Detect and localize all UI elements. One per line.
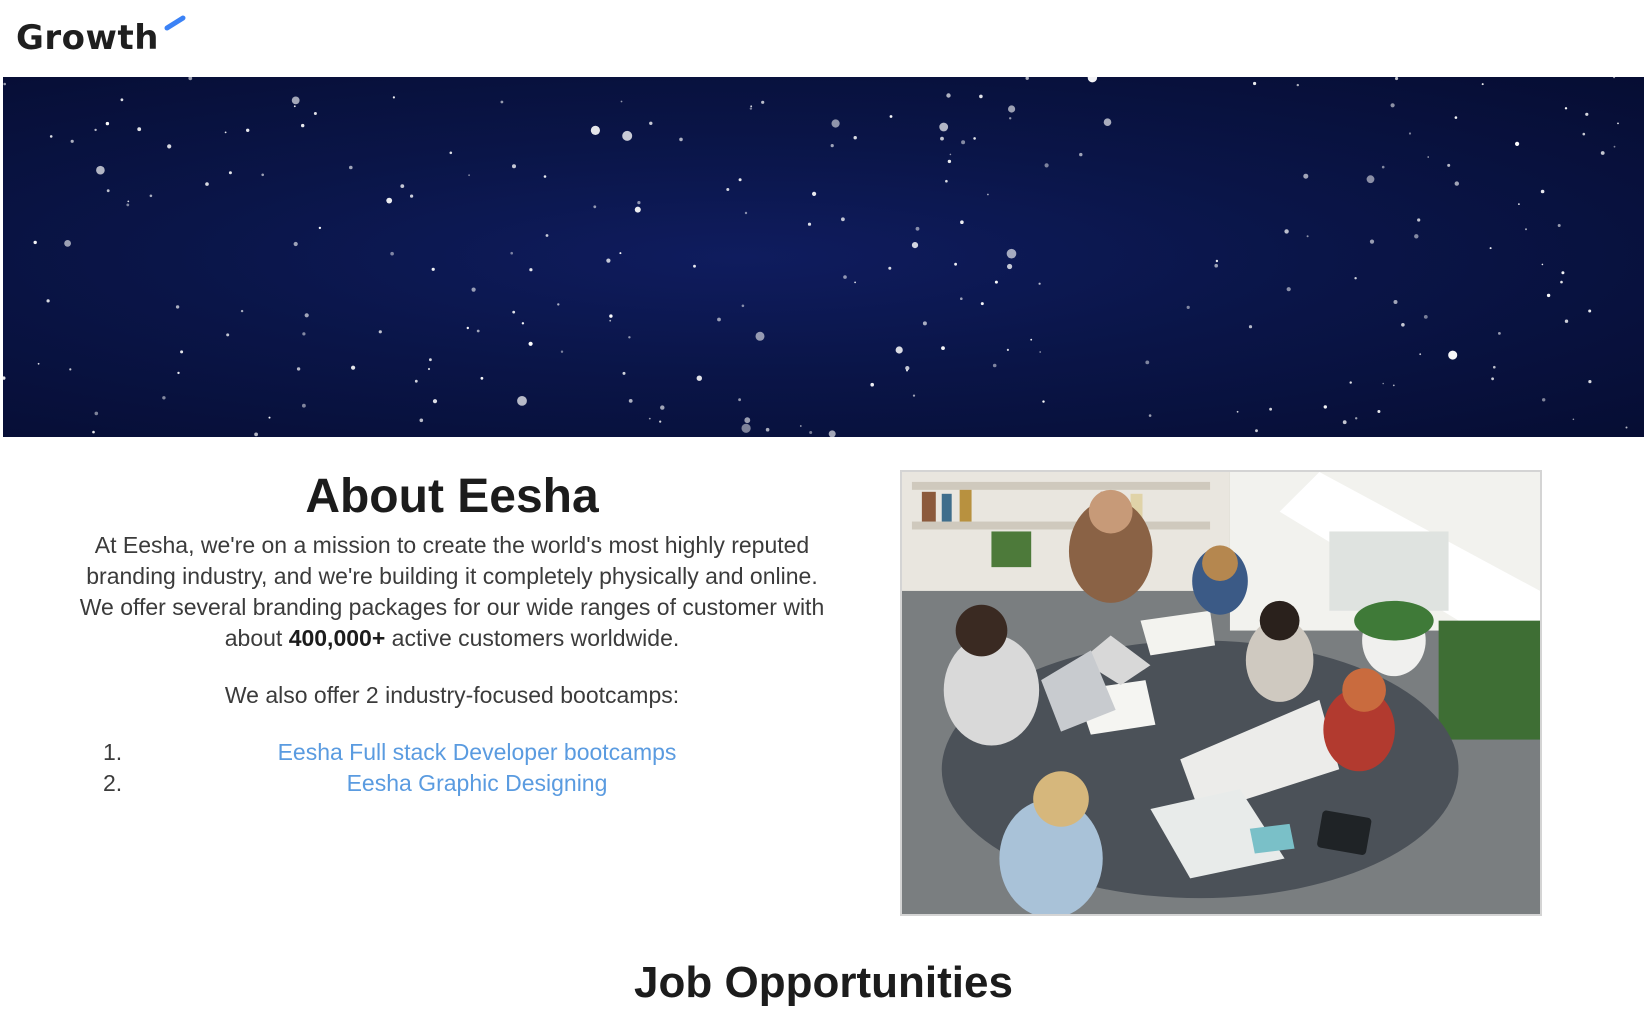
team-photo [900, 470, 1542, 916]
logo-text: Growth [16, 18, 159, 58]
team-meeting-image [902, 472, 1540, 914]
list-number: 2. [103, 770, 123, 796]
list-number: 1. [103, 739, 123, 765]
about-description: At Eesha, we're on a mission to create t… [78, 530, 826, 654]
starry-sky-image [3, 77, 1628, 437]
customer-count: 400,000+ [288, 625, 386, 651]
about-title: About Eesha [305, 470, 599, 523]
bootcamp-intro: We also offer 2 industry-focused bootcam… [224, 682, 680, 708]
list-item: 1. Eesha Full stack Developer bootcamps [78, 737, 826, 768]
logo[interactable]: Growth [16, 14, 189, 62]
page: Growth About Eesha At Eesha, we're on a … [0, 0, 1647, 1026]
bootcamp-list: 1. Eesha Full stack Developer bootcamps … [78, 737, 826, 799]
bootcamp-link-graphic-design[interactable]: Eesha Graphic Designing [78, 768, 826, 799]
hero-banner [3, 77, 1644, 437]
job-opportunities-title: Job Opportunities [634, 958, 1013, 1007]
bootcamp-link-fullstack[interactable]: Eesha Full stack Developer bootcamps [78, 737, 826, 768]
about-description-part2: active customers worldwide. [391, 625, 680, 651]
about-section: About Eesha At Eesha, we're on a mission… [78, 468, 826, 799]
list-item: 2. Eesha Graphic Designing [78, 768, 826, 799]
logo-accent-icon [164, 15, 186, 31]
